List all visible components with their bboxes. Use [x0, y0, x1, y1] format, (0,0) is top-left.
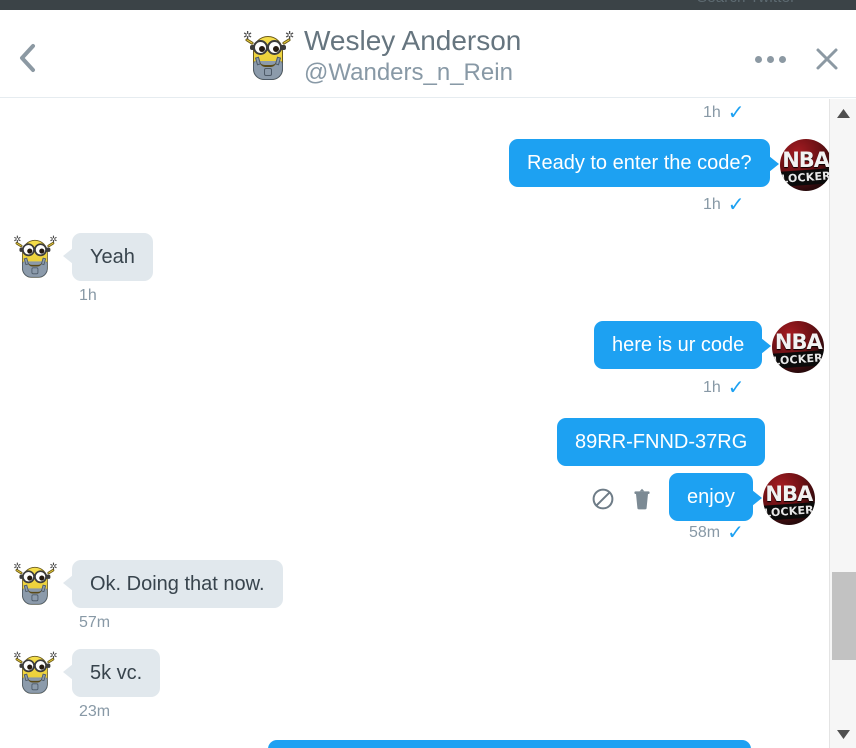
more-options-button[interactable] [751, 52, 790, 67]
block-icon [592, 488, 614, 510]
message-timestamp: 1h [79, 287, 97, 304]
block-button[interactable] [591, 487, 615, 511]
avatar: ✲ ✲ [243, 28, 294, 84]
message-bubble[interactable]: 89RR-FNND-37RG [557, 418, 766, 466]
message-bubble[interactable]: enjoy [669, 473, 762, 521]
dot-icon [755, 55, 762, 63]
trash-icon [634, 488, 650, 510]
message-timestamp: 57m [79, 614, 111, 631]
dot-icon [779, 55, 786, 63]
message-timestamp: 1h [703, 379, 721, 396]
read-receipt-icon: ✓ [727, 522, 744, 544]
scrollbar[interactable] [829, 99, 856, 748]
avatar: NBA LOCKER [779, 139, 829, 191]
avatar: ✲ ✲ [13, 560, 64, 608]
message-row: 89RR-FNND-37RG [557, 418, 766, 466]
message-row: enjoy NBA LOCKER [591, 473, 815, 525]
scrollbar-thumb[interactable] [832, 572, 856, 660]
message-row: Ready to enter the code? NBA LOCKER [509, 139, 829, 191]
search-twitter-field[interactable]: Search Twitter [697, 0, 795, 6]
message-hover-actions [591, 487, 653, 511]
message-timestamp: 1h [703, 104, 721, 121]
scroll-up-button[interactable] [830, 102, 856, 124]
close-icon [816, 48, 838, 70]
message-row [268, 740, 751, 748]
message-meta: 1h ✓ [703, 377, 745, 399]
message-bubble[interactable]: 5k vc. [62, 649, 161, 697]
app-topbar: Search Twitter [0, 0, 856, 10]
avatar: ✲ ✲ [13, 233, 64, 281]
message-row: ✲ ✲ Yeah [13, 233, 153, 281]
message-meta: 57m [79, 614, 110, 632]
message-meta: 58m ✓ [689, 522, 744, 544]
message-meta: 23m [79, 703, 110, 721]
message-meta: 1h ✓ [703, 102, 745, 124]
message-timestamp: 58m [689, 524, 721, 541]
delete-button[interactable] [631, 487, 653, 511]
user-handle: @Wanders_n_Rein [304, 59, 513, 86]
chevron-down-icon [837, 729, 850, 739]
message-bubble[interactable]: Ok. Doing that now. [63, 560, 283, 608]
header-names: Wesley Anderson @Wanders_n_Rein [304, 24, 521, 88]
header-actions [751, 44, 842, 74]
close-button[interactable] [812, 44, 842, 74]
message-bubble[interactable]: Ready to enter the code? [509, 139, 779, 187]
message-row: ✲ ✲ 5k vc. [13, 649, 161, 697]
dm-window: Search Twitter ✲✲ Wesley Anderso [0, 0, 856, 748]
avatar: ✲ ✲ [13, 649, 64, 697]
header-identity[interactable]: ✲ ✲ Wesley Anderson @Wanders_n_Rein [243, 24, 521, 88]
avatar: NBA LOCKER [762, 473, 815, 525]
message-bubble[interactable]: Yeah [63, 233, 153, 281]
message-bubble[interactable]: here is ur code [594, 321, 772, 369]
read-receipt-icon: ✓ [727, 102, 745, 124]
avatar: NBA LOCKER [772, 321, 825, 373]
message-list[interactable]: 1h ✓ Ready to enter the code? NBA LOCKER… [0, 99, 829, 748]
back-button[interactable] [8, 38, 48, 78]
read-receipt-icon: ✓ [727, 194, 745, 216]
chevron-left-icon [20, 44, 35, 72]
message-timestamp: 1h [703, 196, 721, 213]
message-timestamp: 23m [79, 703, 111, 720]
message-row: here is ur code NBA LOCKER [594, 321, 825, 373]
message-row: ✲ ✲ Ok. Doing that now. [13, 560, 283, 608]
read-receipt-icon: ✓ [727, 377, 745, 399]
message-meta: 1h ✓ [703, 194, 745, 216]
scroll-down-button[interactable] [830, 723, 856, 745]
page-title: Wesley Anderson [304, 25, 522, 56]
message-meta: 1h [79, 287, 97, 305]
conversation-header: ✲ ✲ Wesley Anderson @Wanders_n_Rein [0, 10, 856, 98]
chevron-up-icon [837, 108, 850, 118]
message-bubble[interactable] [268, 740, 751, 748]
dot-icon [767, 55, 774, 63]
